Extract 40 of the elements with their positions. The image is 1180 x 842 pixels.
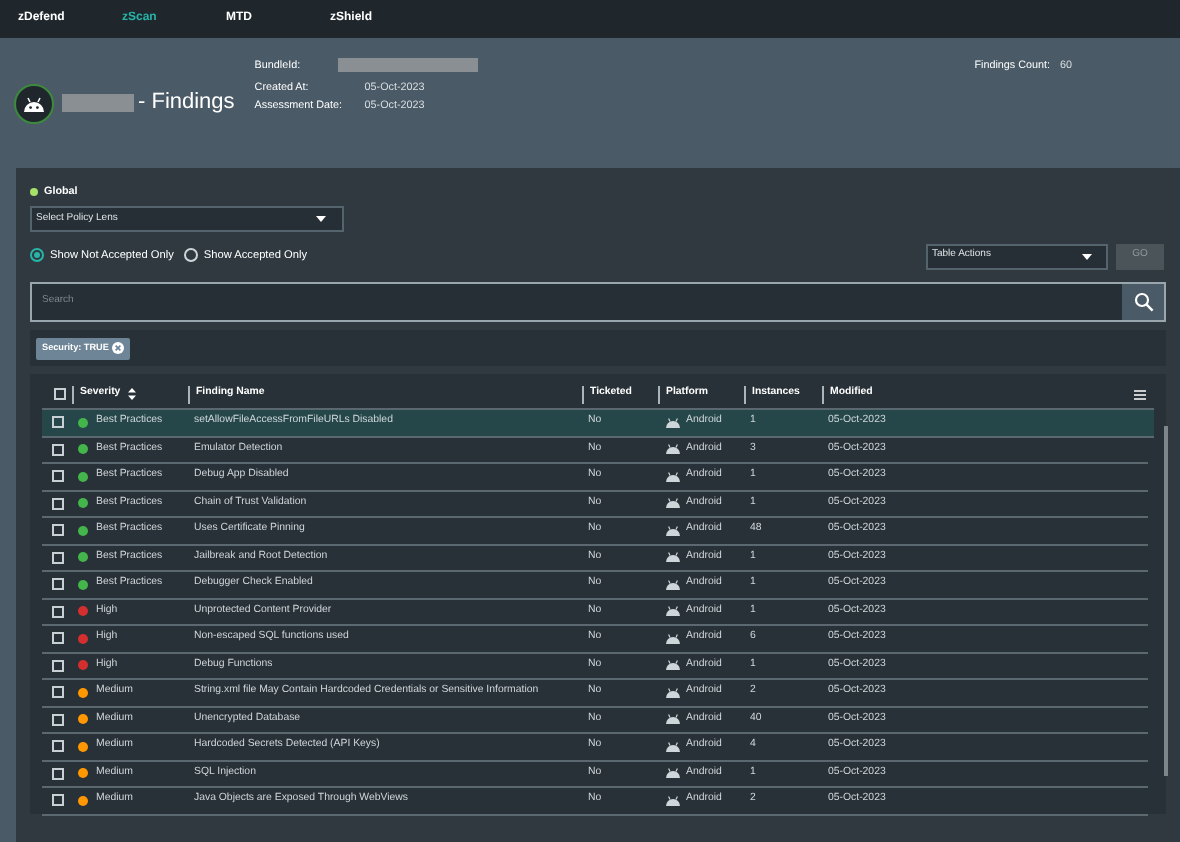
checkbox[interactable]: [51, 794, 63, 807]
checkbox[interactable]: [54, 388, 66, 400]
android-icon: [664, 525, 682, 536]
android-icon: [664, 633, 682, 644]
scrollbar[interactable]: [1164, 426, 1168, 776]
android-icon: [664, 768, 682, 779]
checkbox[interactable]: [51, 713, 63, 726]
android-icon: [664, 714, 682, 725]
android-icon: [664, 795, 682, 806]
checkbox[interactable]: [51, 443, 63, 456]
sort-icon[interactable]: [128, 388, 137, 400]
checkbox[interactable]: [51, 632, 63, 645]
android-icon: [664, 687, 682, 698]
checkbox[interactable]: [51, 524, 63, 537]
checkbox[interactable]: [51, 686, 63, 699]
menu-icon[interactable]: [1134, 389, 1146, 399]
checkbox[interactable]: [51, 497, 63, 510]
android-icon: [664, 579, 682, 590]
redaction-bar: [62, 93, 134, 111]
checkbox[interactable]: [51, 659, 63, 672]
android-icon: [664, 471, 682, 482]
checkbox[interactable]: [51, 740, 63, 753]
android-icon: [664, 417, 682, 428]
android-icon: [664, 660, 682, 671]
checkbox[interactable]: [51, 767, 63, 780]
page-title: - Findings: [138, 87, 235, 118]
close-icon[interactable]: [112, 342, 125, 354]
checkbox[interactable]: [51, 578, 63, 591]
android-icon: [664, 552, 682, 563]
caret-icon: [1082, 253, 1092, 259]
checkbox[interactable]: [51, 551, 63, 564]
android-logo-icon: [14, 84, 54, 124]
checkbox[interactable]: [51, 470, 63, 483]
checkbox[interactable]: [51, 416, 63, 429]
android-icon: [664, 444, 682, 455]
checkbox[interactable]: [51, 605, 63, 618]
android-icon: [664, 606, 682, 617]
caret-icon: [316, 216, 326, 222]
android-icon: [664, 498, 682, 509]
android-icon: [664, 741, 682, 752]
